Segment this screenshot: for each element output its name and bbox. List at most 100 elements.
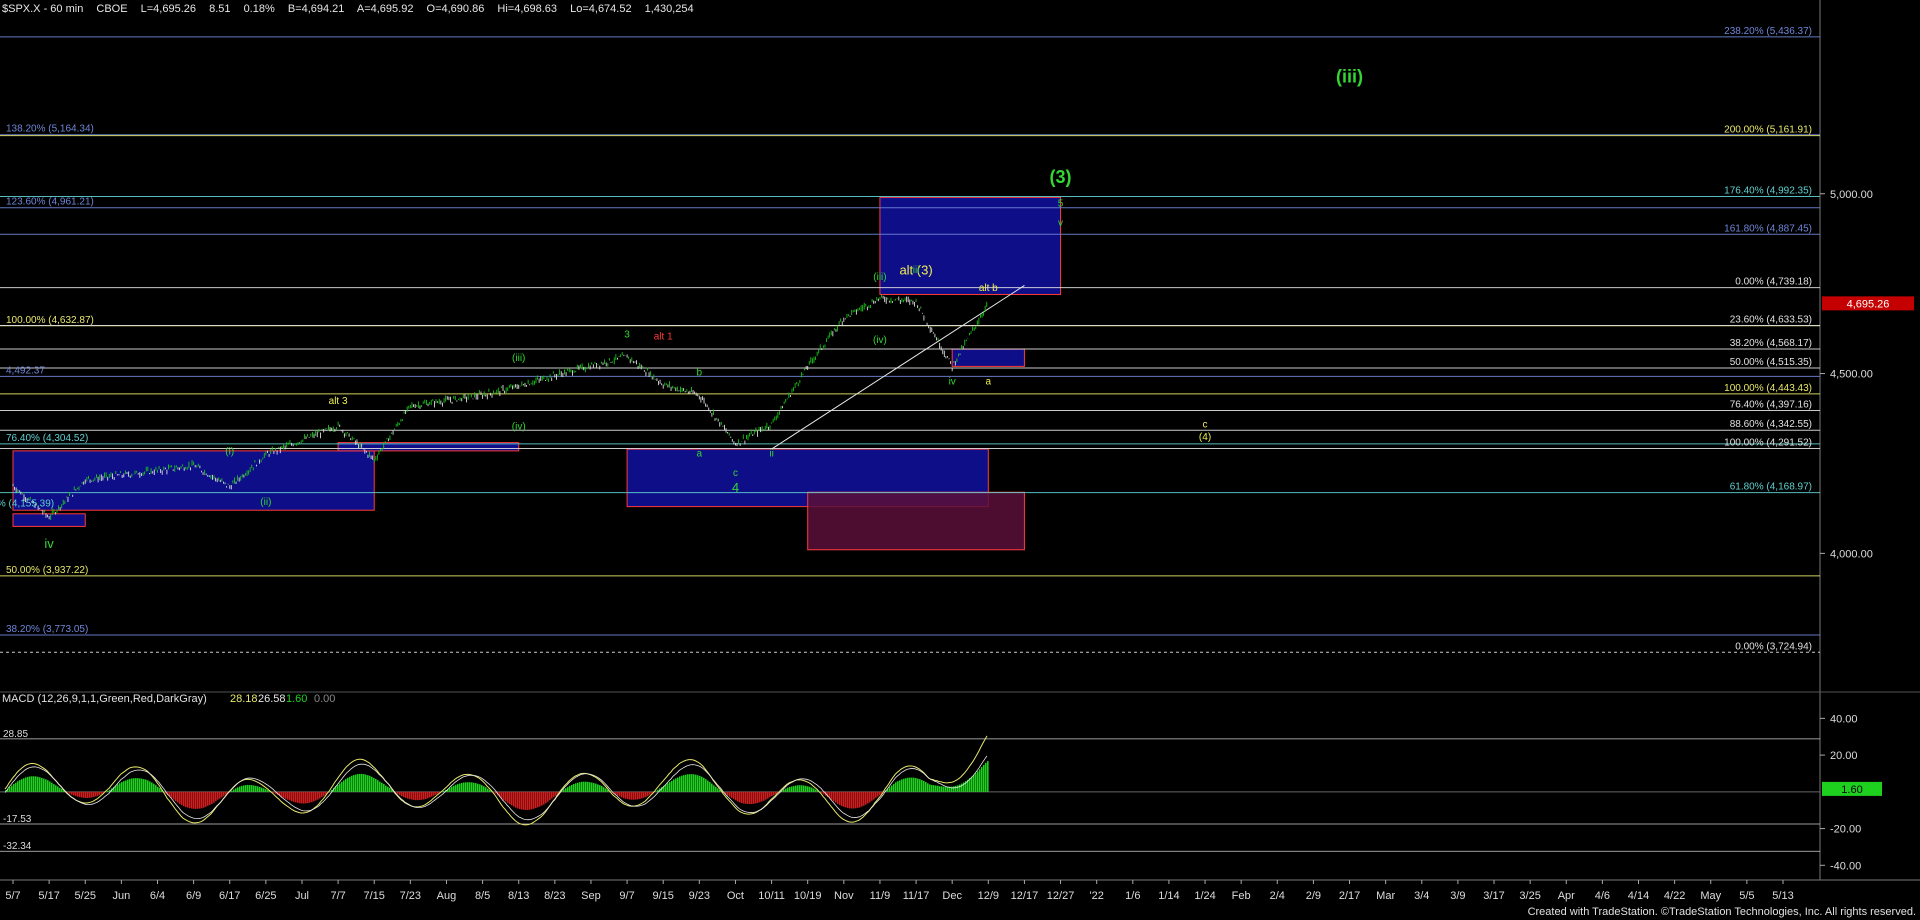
macd-histogram-bar [941,786,943,792]
macd-histogram-bar [253,785,255,792]
macd-histogram-bar [173,791,175,800]
macd-histogram-bar [293,791,295,802]
macd-histogram-bar [435,791,437,795]
macd-histogram-bar [407,791,409,799]
macd-histogram-bar [141,778,143,792]
macd-histogram-bar [53,784,55,792]
wave-label-0: (iii) [1336,66,1363,86]
x-tick-label-48: 5/5 [1739,890,1754,902]
macd-histogram-bar [59,787,61,792]
macd-histogram-bar [671,780,673,792]
macd-histogram-bar [457,784,459,792]
macd-histogram-bar [627,791,629,800]
price-tick-label-2: 5,000.00 [1830,189,1873,201]
macd-histogram-bar [123,781,125,792]
macd-histogram-bar [75,791,77,797]
x-tick-label-17: 9/7 [619,890,634,902]
fib-label-6: 0.00% (4,739.18) [1735,277,1812,288]
macd-histogram-bar [283,791,285,799]
macd-histogram-bar [473,782,475,792]
macd-histogram-bar [47,780,49,792]
macd-histogram-bar [479,784,481,792]
macd-histogram-bar [273,791,275,793]
macd-histogram-bar [913,777,915,792]
macd-histogram-bar [695,774,697,792]
macd-histogram-bar [465,782,467,792]
macd-histogram-bar [377,780,379,792]
price-tick-label-0: 4,000.00 [1830,548,1873,560]
fib-label-17: 61.80% (4,168.97) [1730,482,1812,493]
x-tick-label-43: Apr [1558,890,1575,902]
macd-histogram-bar [383,783,385,792]
x-tick-label-41: 3/17 [1483,890,1504,902]
x-tick-label-11: 7/23 [400,890,421,902]
macd-histogram-bar [933,785,935,792]
macd-histogram-bar [807,786,809,792]
macd-histogram-bar [549,791,551,801]
macd-histogram-bar [95,791,97,797]
macd-histogram-bar [481,785,483,792]
macd-histogram-bar [91,791,93,798]
macd-histogram-bar [267,790,269,792]
macd-histogram-bar [57,786,59,792]
macd-histogram-bar [505,791,507,802]
macd-histogram-bar [181,791,183,806]
macd-histogram-bar [101,791,103,794]
macd-histogram-bar [201,791,203,809]
fib-label-13: 76.40% (4,397.16) [1730,400,1812,411]
x-tick-label-5: 6/9 [186,890,201,902]
macd-histogram-bar [585,781,587,792]
fib-label-20: 0.00% (3,724.94) [1735,641,1812,652]
macd-histogram-bar [307,791,309,804]
macd-histogram-bar [929,784,931,792]
fib-label-11: 4,492.37 [6,365,45,376]
macd-histogram-bar [291,791,293,802]
macd-histogram-bar [289,791,291,801]
macd-histogram-bar [689,774,691,792]
macd-histogram-bar [529,791,531,810]
macd-histogram-bar [381,782,383,792]
macd-histogram-bar [729,791,731,797]
macd-histogram-bar [739,791,741,803]
last-price-tag-label: 4,695.26 [1847,298,1890,310]
macd-histogram-bar [171,791,173,798]
macd-histogram-bar [821,791,823,793]
macd-histogram-bar [139,778,141,792]
macd-histogram-bar [121,781,123,792]
macd-histogram-bar [641,791,643,799]
macd-histogram-bar [855,791,857,809]
macd-histogram-bar [875,791,877,798]
macd-histogram-bar [583,781,585,792]
macd-histogram-bar [145,779,147,792]
macd-value-3: 0.00 [314,693,335,705]
macd-histogram-bar [235,788,237,792]
macd-histogram-bar [209,791,211,805]
macd-histogram-bar [147,780,149,792]
wave-label-2: 5 [1058,198,1064,209]
macd-histogram-bar [793,786,795,792]
macd-histogram-bar [895,782,897,792]
macd-histogram-bar [43,778,45,792]
macd-histogram-bar [13,783,15,792]
macd-histogram-bar [297,791,299,803]
macd-histogram-bar [49,781,51,792]
macd-histogram-bar [415,791,417,801]
macd-histogram-bar [347,777,349,792]
macd-histogram-bar [979,769,981,792]
macd-histogram-bar [645,791,647,798]
x-tick-label-42: 3/25 [1519,890,1540,902]
macd-histogram-bar [711,783,713,792]
macd-histogram-bar [401,791,403,797]
macd-histogram-bar [635,791,637,800]
x-tick-label-9: 7/7 [330,890,345,902]
macd-histogram-bar [67,791,69,793]
x-tick-label-19: 9/23 [689,890,710,902]
macd-histogram-bar [221,791,223,798]
macd-histogram-bar [27,776,29,792]
target-box-0 [879,196,1062,295]
macd-histogram-bar [191,791,193,809]
macd-tick-label-1: 20.00 [1830,750,1858,762]
price-chart: 238.20% (5,436.37) 138.20% (5,164.34) 200.… [0,0,1920,920]
macd-histogram-bar [763,791,765,801]
x-tick-label-31: 1/6 [1125,890,1140,902]
